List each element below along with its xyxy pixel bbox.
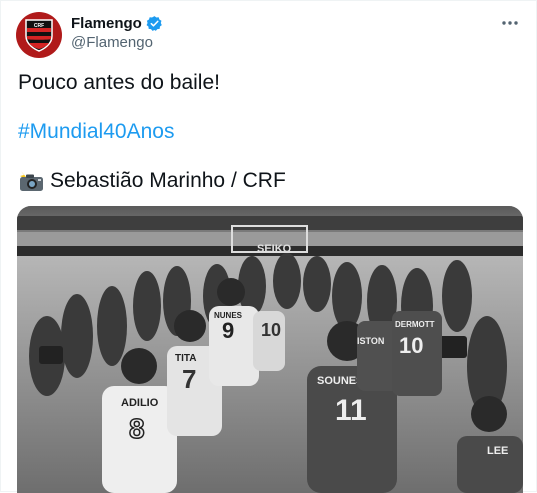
more-options-icon[interactable] xyxy=(500,13,520,33)
jersey-label-lee: LEE xyxy=(487,445,508,457)
jersey-label-iston: ISTON xyxy=(357,336,384,346)
camera-flash-icon xyxy=(20,171,43,191)
photo-credit-text: Sebastião Marinho / CRF xyxy=(50,169,286,192)
photo-credit: Sebastião Marinho / CRF xyxy=(18,169,286,193)
jersey-number: 11 xyxy=(335,394,367,427)
user-handle[interactable]: @Flamengo xyxy=(71,34,153,51)
jersey-number: 10 xyxy=(399,333,423,358)
flamengo-crest-icon: CRF xyxy=(25,19,53,52)
jersey-label-dermott: DERMOTT xyxy=(395,320,435,329)
jersey-label-adilio: ADILIO xyxy=(121,397,159,409)
jersey-number: 7 xyxy=(182,364,196,394)
verified-badge-icon xyxy=(146,16,162,31)
tweet-text: Pouco antes do baile! xyxy=(18,71,220,94)
jersey-label-tita: TITA xyxy=(175,353,196,364)
avatar[interactable]: CRF xyxy=(16,12,62,58)
tweet-card: CRF Flamengo @Flamengo Pouco antes do ba… xyxy=(0,0,537,493)
jersey-number: 10 xyxy=(261,320,281,340)
svg-text:CRF: CRF xyxy=(34,23,44,29)
jersey-number: 9 xyxy=(222,318,234,343)
tweet-photo[interactable]: SEIKO ADILIO 8 TITA 7 NUNES 9 10 SOUNESS… xyxy=(17,206,523,493)
display-name[interactable]: Flamengo xyxy=(71,15,142,32)
jersey-number: 8 xyxy=(129,413,145,444)
team-walkout-photo: SEIKO ADILIO 8 TITA 7 NUNES 9 10 SOUNESS… xyxy=(17,206,523,493)
hashtag-link[interactable]: #Mundial40Anos xyxy=(18,120,174,144)
